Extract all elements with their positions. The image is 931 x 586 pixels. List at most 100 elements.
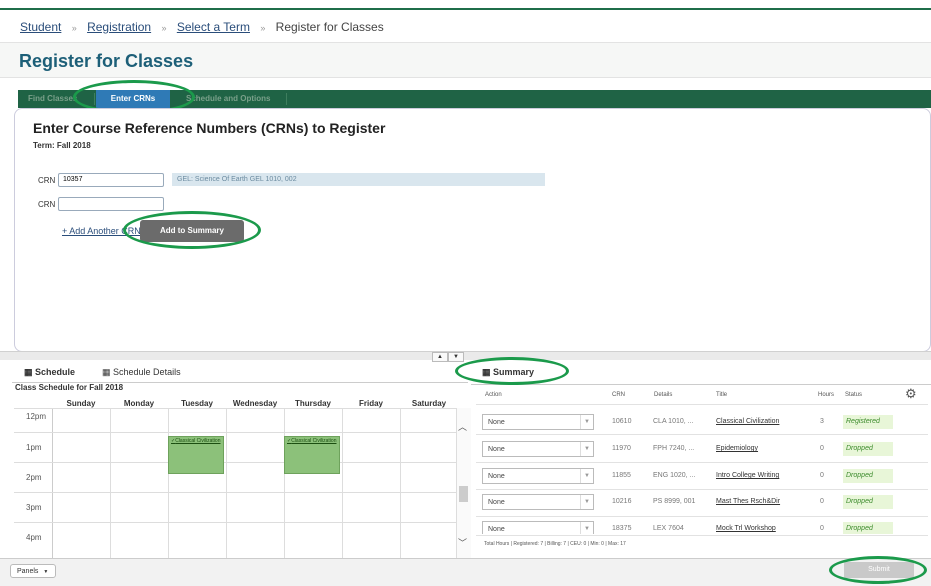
hours-cell: 0 (820, 525, 824, 532)
action-select[interactable]: None ▼ (482, 521, 594, 534)
calendar-grid (52, 408, 460, 558)
chevron-up-icon[interactable]: ︿ (458, 420, 467, 433)
grid-line (14, 432, 459, 433)
title-link[interactable]: Mast Thes Rsch&Dir (716, 498, 780, 505)
summary-title-label: Summary (493, 367, 535, 377)
hour-label: 2pm (26, 473, 42, 482)
tab-schedule-options[interactable]: Schedule and Options (178, 90, 278, 108)
row-divider (476, 434, 928, 435)
grid-line (400, 408, 401, 558)
tab-divider (286, 93, 287, 105)
submit-button[interactable]: Submit (844, 562, 914, 578)
status-badge: Dropped (843, 495, 893, 509)
breadcrumb-registration[interactable]: Registration (87, 20, 151, 34)
hours-cell: 0 (820, 472, 824, 479)
crn-input-1[interactable] (58, 173, 164, 187)
day-header: Saturday (411, 399, 447, 408)
tab-find-classes[interactable]: Find Classes (20, 90, 85, 108)
hour-label: 3pm (26, 503, 42, 512)
title-link[interactable]: Classical Civilization (716, 418, 779, 425)
grid-line (110, 408, 111, 558)
tab-schedule-label: Schedule (35, 367, 76, 377)
status-badge: Registered (843, 415, 893, 429)
panel-splitter[interactable] (0, 351, 931, 360)
breadcrumb-student[interactable]: Student (20, 20, 61, 34)
hours-cell: 0 (820, 445, 824, 452)
tab-schedule[interactable]: ▦ Schedule (18, 363, 81, 381)
breadcrumb-separator: » (260, 23, 266, 33)
add-to-summary-button[interactable]: Add to Summary (140, 220, 244, 242)
hour-label: 1pm (26, 443, 42, 452)
row-divider (476, 516, 928, 517)
chevron-down-icon: ▼ (43, 569, 49, 575)
tab-divider (94, 93, 95, 105)
class-block-label: Classical Civilization (291, 438, 337, 444)
panels-button-label: Panels (17, 568, 39, 575)
action-select[interactable]: None ▼ (482, 441, 594, 457)
row-divider (476, 462, 928, 463)
action-select[interactable]: None ▼ (482, 414, 594, 430)
add-another-crn-link[interactable]: + Add Another CRN (62, 226, 141, 236)
class-block-thursday[interactable]: ✓Classical Civilization (284, 436, 340, 474)
hours-cell: 0 (820, 498, 824, 505)
breadcrumb-current: Register for Classes (275, 20, 384, 34)
breadcrumb-separator: » (161, 23, 167, 33)
tab-schedule-details-label: Schedule Details (113, 367, 181, 377)
day-header: Monday (123, 399, 155, 408)
title-link[interactable]: Mock Trl Workshop (716, 525, 776, 532)
chevron-down-icon: ▼ (580, 442, 593, 456)
column-header: CRN (612, 392, 625, 398)
chevron-down-icon: ▼ (580, 415, 593, 429)
breadcrumb-separator: » (71, 23, 77, 33)
gear-icon[interactable]: ⚙ (905, 386, 917, 402)
crn-cell: 10216 (612, 498, 632, 505)
grid-line (342, 408, 343, 558)
grid-line (14, 492, 459, 493)
total-hours-text: Total Hours | Registered: 7 | Billing: 7… (484, 541, 626, 547)
details-cell: LEX 7604 (653, 525, 684, 532)
crn-input-2[interactable] (58, 197, 164, 211)
action-value: None (488, 499, 505, 506)
class-block-tuesday[interactable]: ✓Classical Civilization (168, 436, 224, 474)
row-divider (476, 404, 928, 405)
top-border (0, 8, 931, 10)
scrollbar-thumb[interactable] (459, 486, 468, 502)
breadcrumb: Student » Registration » Select a Term »… (20, 20, 384, 34)
title-link[interactable]: Epidemiology (716, 445, 758, 452)
chevron-down-icon: ▼ (580, 495, 593, 509)
summary-title: ▦ Summary (482, 367, 534, 378)
status-badge: Dropped (843, 469, 893, 483)
column-header: Status (845, 392, 863, 398)
title-link[interactable]: Intro College Writing (716, 472, 779, 479)
chevron-down-icon: ▼ (580, 469, 593, 483)
action-value: None (488, 446, 505, 453)
row-divider (476, 535, 928, 536)
hour-label: 4pm (26, 533, 42, 542)
status-badge: Dropped (843, 442, 893, 456)
panels-button[interactable]: Panels ▼ (10, 564, 56, 578)
action-value: None (488, 526, 505, 533)
schedule-scrollbar[interactable]: ︿ ﹀ (456, 408, 471, 558)
crn-cell: 18375 (612, 525, 632, 532)
details-cell: ENG 1020, ... (653, 472, 696, 479)
tab-bar: Find Classes Enter CRNs Schedule and Opt… (18, 90, 931, 108)
calendar-icon: ▦ (482, 367, 491, 377)
chevron-down-icon[interactable]: ﹀ (458, 536, 467, 549)
hours-cell: 3 (820, 418, 824, 425)
tab-enter-crns[interactable]: Enter CRNs (96, 90, 170, 108)
grid-line (284, 408, 285, 558)
action-select[interactable]: None ▼ (482, 494, 594, 510)
grid-line (14, 462, 459, 463)
crn-cell: 11970 (612, 445, 631, 452)
day-header: Wednesday (232, 399, 278, 408)
tab-schedule-details[interactable]: ▦ Schedule Details (96, 363, 187, 381)
grid-line (226, 408, 227, 558)
bottom-bar (0, 558, 931, 586)
grid-line (14, 408, 459, 409)
details-cell: PS 8999, 001 (653, 498, 696, 505)
column-header: Details (654, 392, 673, 398)
column-header: Title (716, 392, 728, 398)
crn-cell: 10610 (612, 418, 632, 425)
breadcrumb-select-term[interactable]: Select a Term (177, 20, 250, 34)
action-select[interactable]: None ▼ (482, 468, 594, 484)
